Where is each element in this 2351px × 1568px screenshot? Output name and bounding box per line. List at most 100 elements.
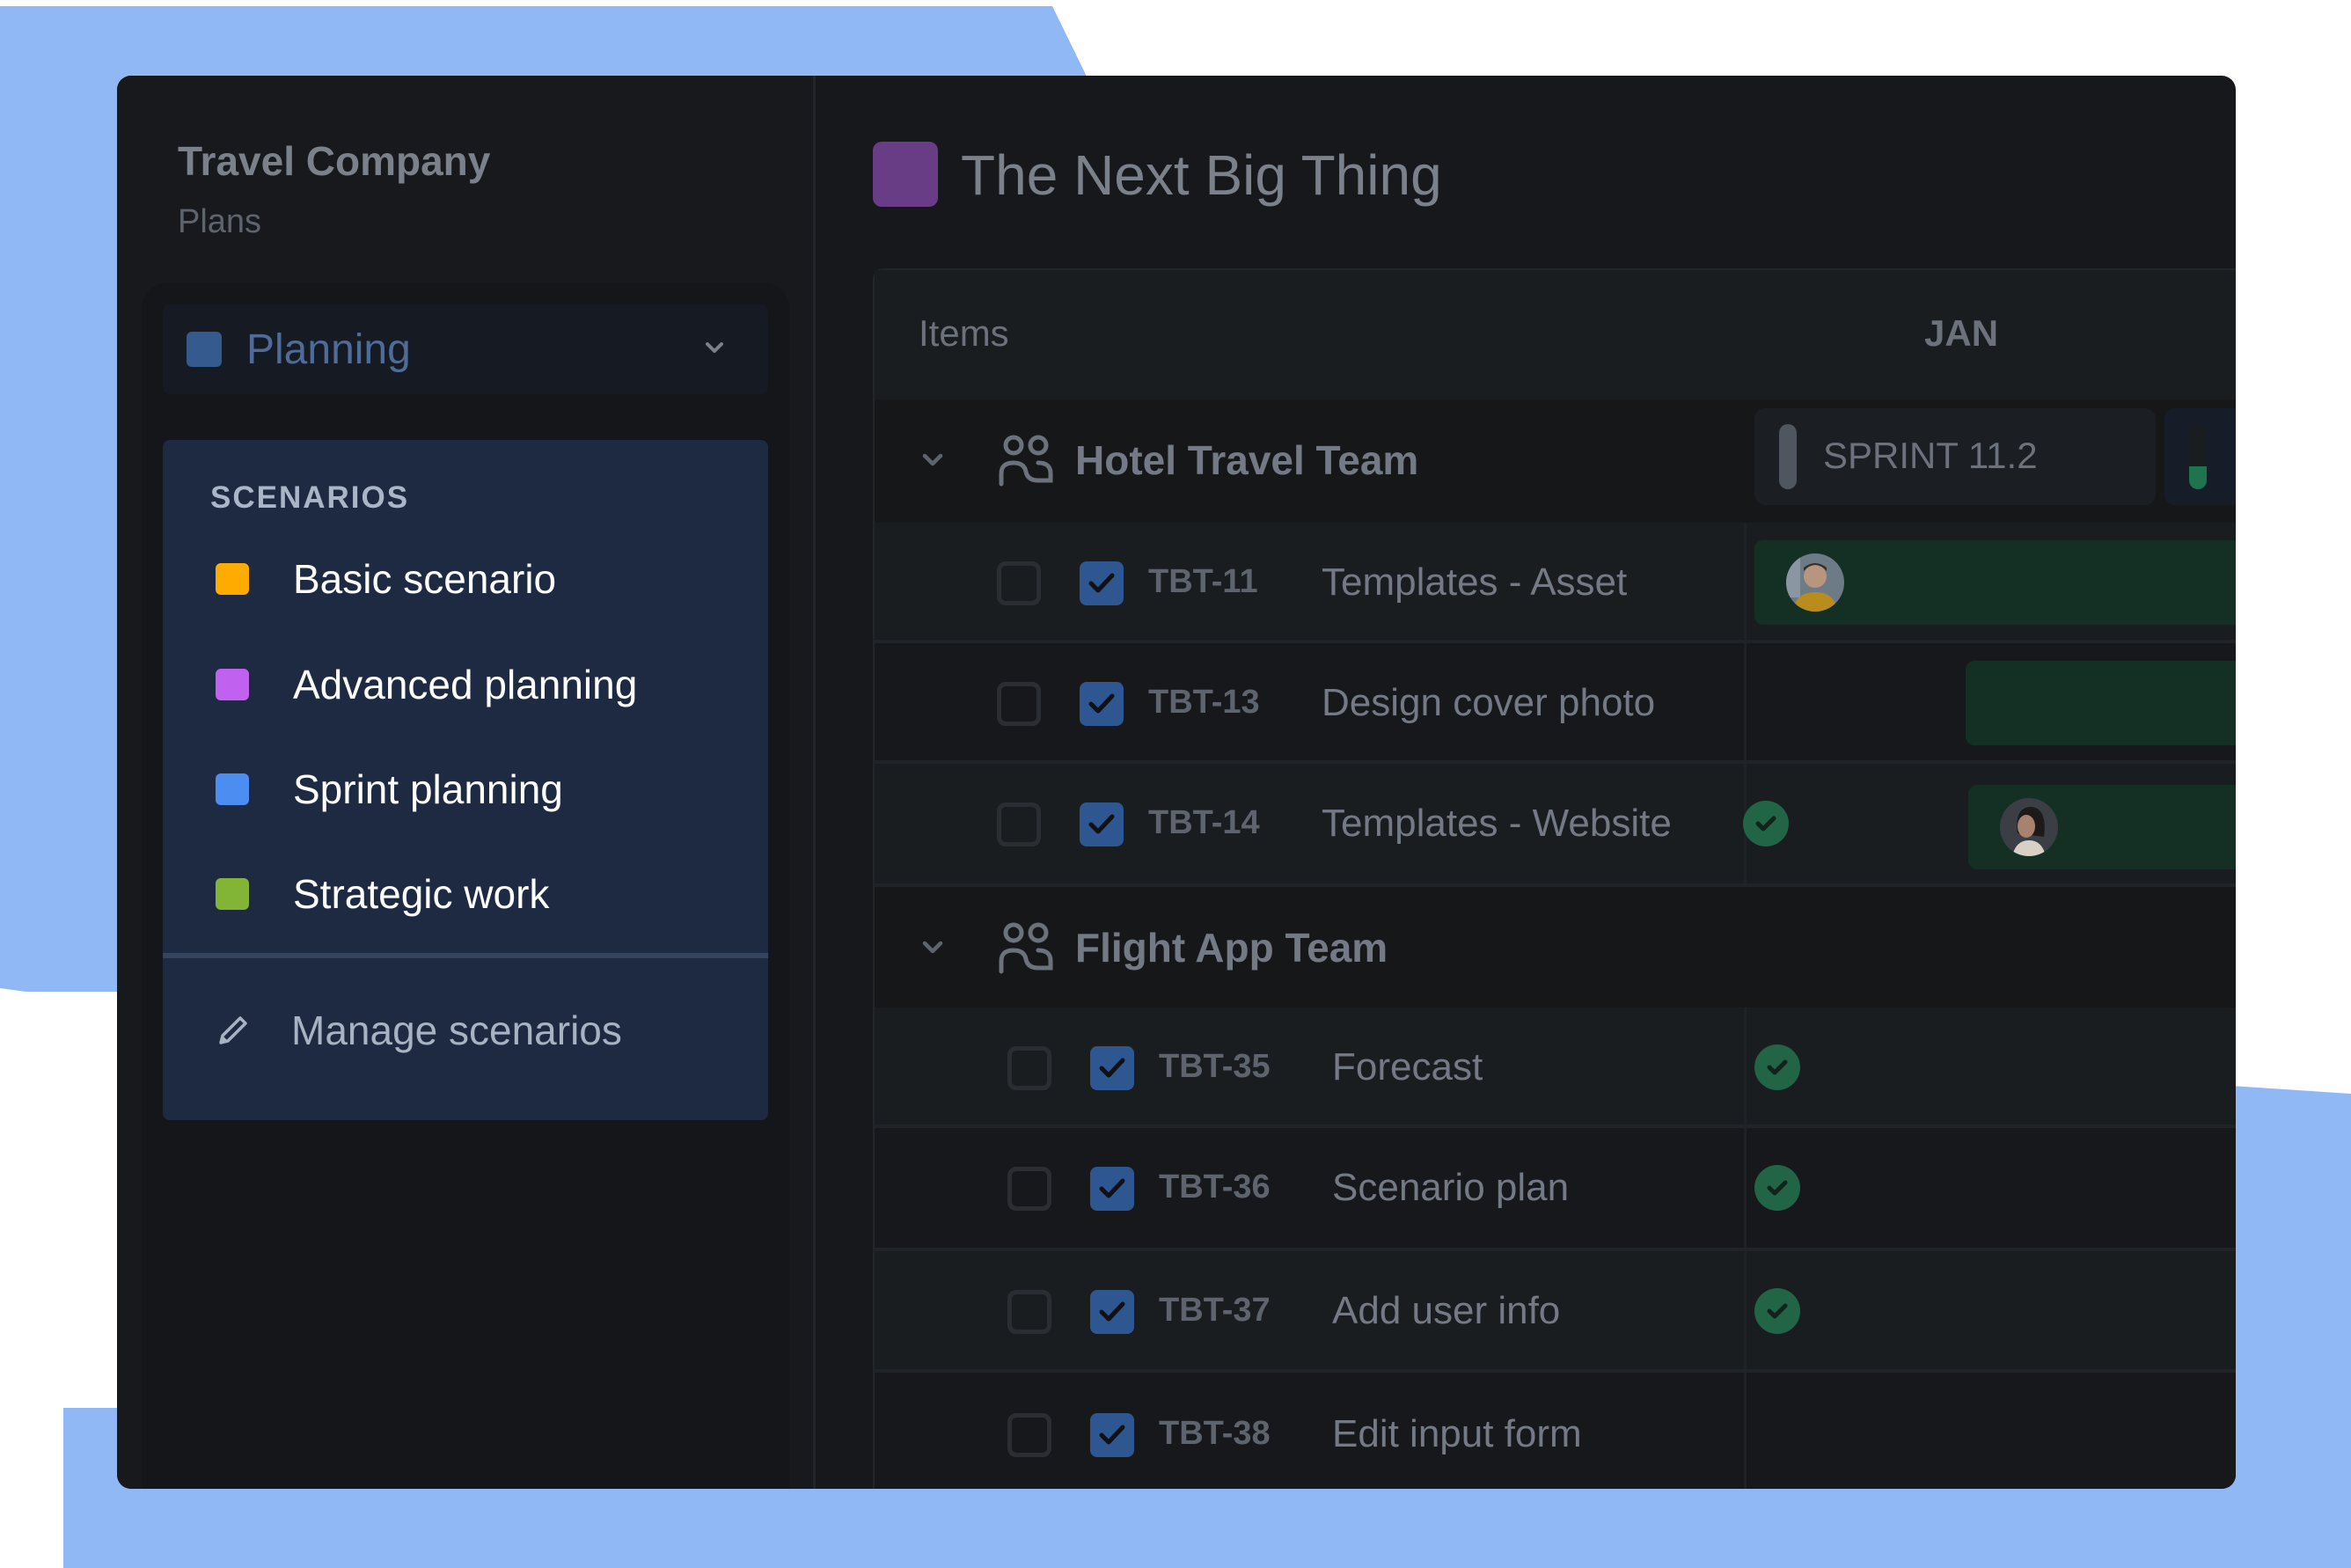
table-header: Items JAN [875,270,2236,399]
next-sprint-marker[interactable] [2164,408,2236,505]
issue-title[interactable]: Design cover photo [1322,681,1655,725]
include-checkbox[interactable] [1080,682,1124,726]
issue-key[interactable]: TBT-38 [1159,1415,1271,1453]
scenario-label: Strategic work [293,871,550,917]
woman-avatar [2000,798,2058,856]
column-divider [1744,1128,1747,1248]
page-title: The Next Big Thing [961,143,1442,207]
select-checkbox[interactable] [1007,1290,1051,1334]
table-row[interactable]: TBT-11 Templates - Asset [875,523,2236,643]
scenario-label: Advanced planning [293,662,638,707]
sprint-label: SPRINT 11.2 [1823,435,2038,476]
issue-key[interactable]: TBT-11 [1148,563,1258,601]
chevron-down-icon[interactable] [920,938,945,957]
issue-title[interactable]: Edit input form [1332,1412,1582,1456]
scenario-label: Sprint planning [293,766,563,812]
column-divider [1744,523,1747,640]
timeline-bar[interactable] [1754,540,2236,625]
scenario-label: Basic scenario [293,556,557,602]
plan-dropdown-label: Planning [246,326,411,373]
team-name: Hotel Travel Team [1075,437,1419,483]
scenario-color-swatch [216,563,249,595]
org-title: Travel Company [178,138,491,184]
select-checkbox[interactable] [1007,1167,1051,1211]
scenario-color-swatch [216,669,249,700]
issue-key[interactable]: TBT-35 [1159,1048,1271,1086]
sidebar: Travel Company Plans Planning SCENARIOS … [117,76,816,1489]
people-icon [999,922,1053,974]
issue-title[interactable]: Forecast [1332,1045,1483,1089]
scenario-item-advanced[interactable]: Advanced planning [163,649,768,720]
scenario-color-swatch [216,878,249,910]
select-checkbox[interactable] [997,561,1041,605]
timeline-bar[interactable] [1968,785,2236,869]
scenarios-heading: SCENARIOS [210,480,410,515]
timeline-table: Items JAN Hotel Travel Team SPRINT 11.2 [873,268,2236,1489]
check-icon [1099,1425,1125,1445]
include-checkbox[interactable] [1090,1046,1134,1090]
issue-title[interactable]: Templates - Asset [1322,561,1627,604]
check-icon [1088,814,1115,834]
people-icon [999,435,1053,487]
app-window: Travel Company Plans Planning SCENARIOS … [117,76,2236,1489]
sprint-handle [1779,424,1797,489]
sprint-progress-fill [2189,466,2207,489]
issue-title[interactable]: Templates - Website [1322,802,1672,846]
issue-key[interactable]: TBT-14 [1148,804,1260,842]
table-row[interactable]: TBT-14 Templates - Website [875,764,2236,887]
chevron-down-icon[interactable] [920,451,945,470]
plan-dropdown[interactable]: Planning [163,304,768,394]
done-status-icon [1754,1044,1800,1090]
plan-icon [873,142,938,207]
org-subtitle: Plans [178,203,262,240]
manage-scenarios-label: Manage scenarios [291,1007,622,1053]
check-icon [1088,573,1115,593]
scenarios-menu: SCENARIOS Basic scenario Advanced planni… [163,440,768,1120]
issue-title[interactable]: Add user info [1332,1289,1560,1333]
include-checkbox[interactable] [1080,802,1124,846]
check-icon [1099,1178,1125,1198]
include-checkbox[interactable] [1080,561,1124,605]
issue-key[interactable]: TBT-36 [1159,1169,1271,1206]
manage-scenarios-button[interactable]: Manage scenarios [163,991,768,1070]
plan-color-swatch [187,332,222,367]
scenario-color-swatch [216,773,249,805]
check-icon [1099,1058,1125,1078]
sprint-marker[interactable]: SPRINT 11.2 [1754,408,2156,505]
scenario-item-strategic[interactable]: Strategic work [163,859,768,929]
column-divider [1744,1251,1747,1369]
month-header: JAN [1924,312,1999,354]
table-row[interactable]: TBT-37 Add user info [875,1251,2236,1373]
include-checkbox[interactable] [1090,1167,1134,1211]
select-checkbox[interactable] [1007,1413,1051,1457]
chevron-down-icon [706,342,723,353]
table-row[interactable]: TBT-36 Scenario plan [875,1128,2236,1251]
include-checkbox[interactable] [1090,1290,1134,1334]
scenario-item-basic[interactable]: Basic scenario [163,544,768,614]
done-status-icon [1754,1288,1800,1334]
issue-key[interactable]: TBT-13 [1148,684,1260,722]
issue-key[interactable]: TBT-37 [1159,1292,1271,1330]
scenario-item-sprint[interactable]: Sprint planning [163,754,768,824]
sprint-progress-bar [2189,424,2207,489]
check-icon [1099,1301,1125,1322]
man-avatar [1786,553,1844,612]
select-checkbox[interactable] [997,682,1041,726]
team-row-hotel-travel[interactable]: Hotel Travel Team SPRINT 11.2 [875,399,2236,523]
timeline-bar[interactable] [1966,661,2236,745]
items-column-header: Items [919,312,1009,354]
column-divider [1744,643,1747,760]
scenarios-divider [163,953,768,958]
include-checkbox[interactable] [1090,1413,1134,1457]
issue-title[interactable]: Scenario plan [1332,1166,1569,1210]
select-checkbox[interactable] [1007,1046,1051,1090]
select-checkbox[interactable] [997,802,1041,846]
team-row-flight-app[interactable]: Flight App Team [875,887,2236,1007]
table-row[interactable]: TBT-38 Edit input form [875,1373,2236,1489]
done-status-icon [1754,1165,1800,1211]
table-row[interactable]: TBT-13 Design cover photo [875,643,2236,764]
check-icon [1088,693,1115,714]
done-status-icon [1743,801,1789,846]
column-divider [1744,1007,1747,1125]
table-row[interactable]: TBT-35 Forecast [875,1007,2236,1128]
